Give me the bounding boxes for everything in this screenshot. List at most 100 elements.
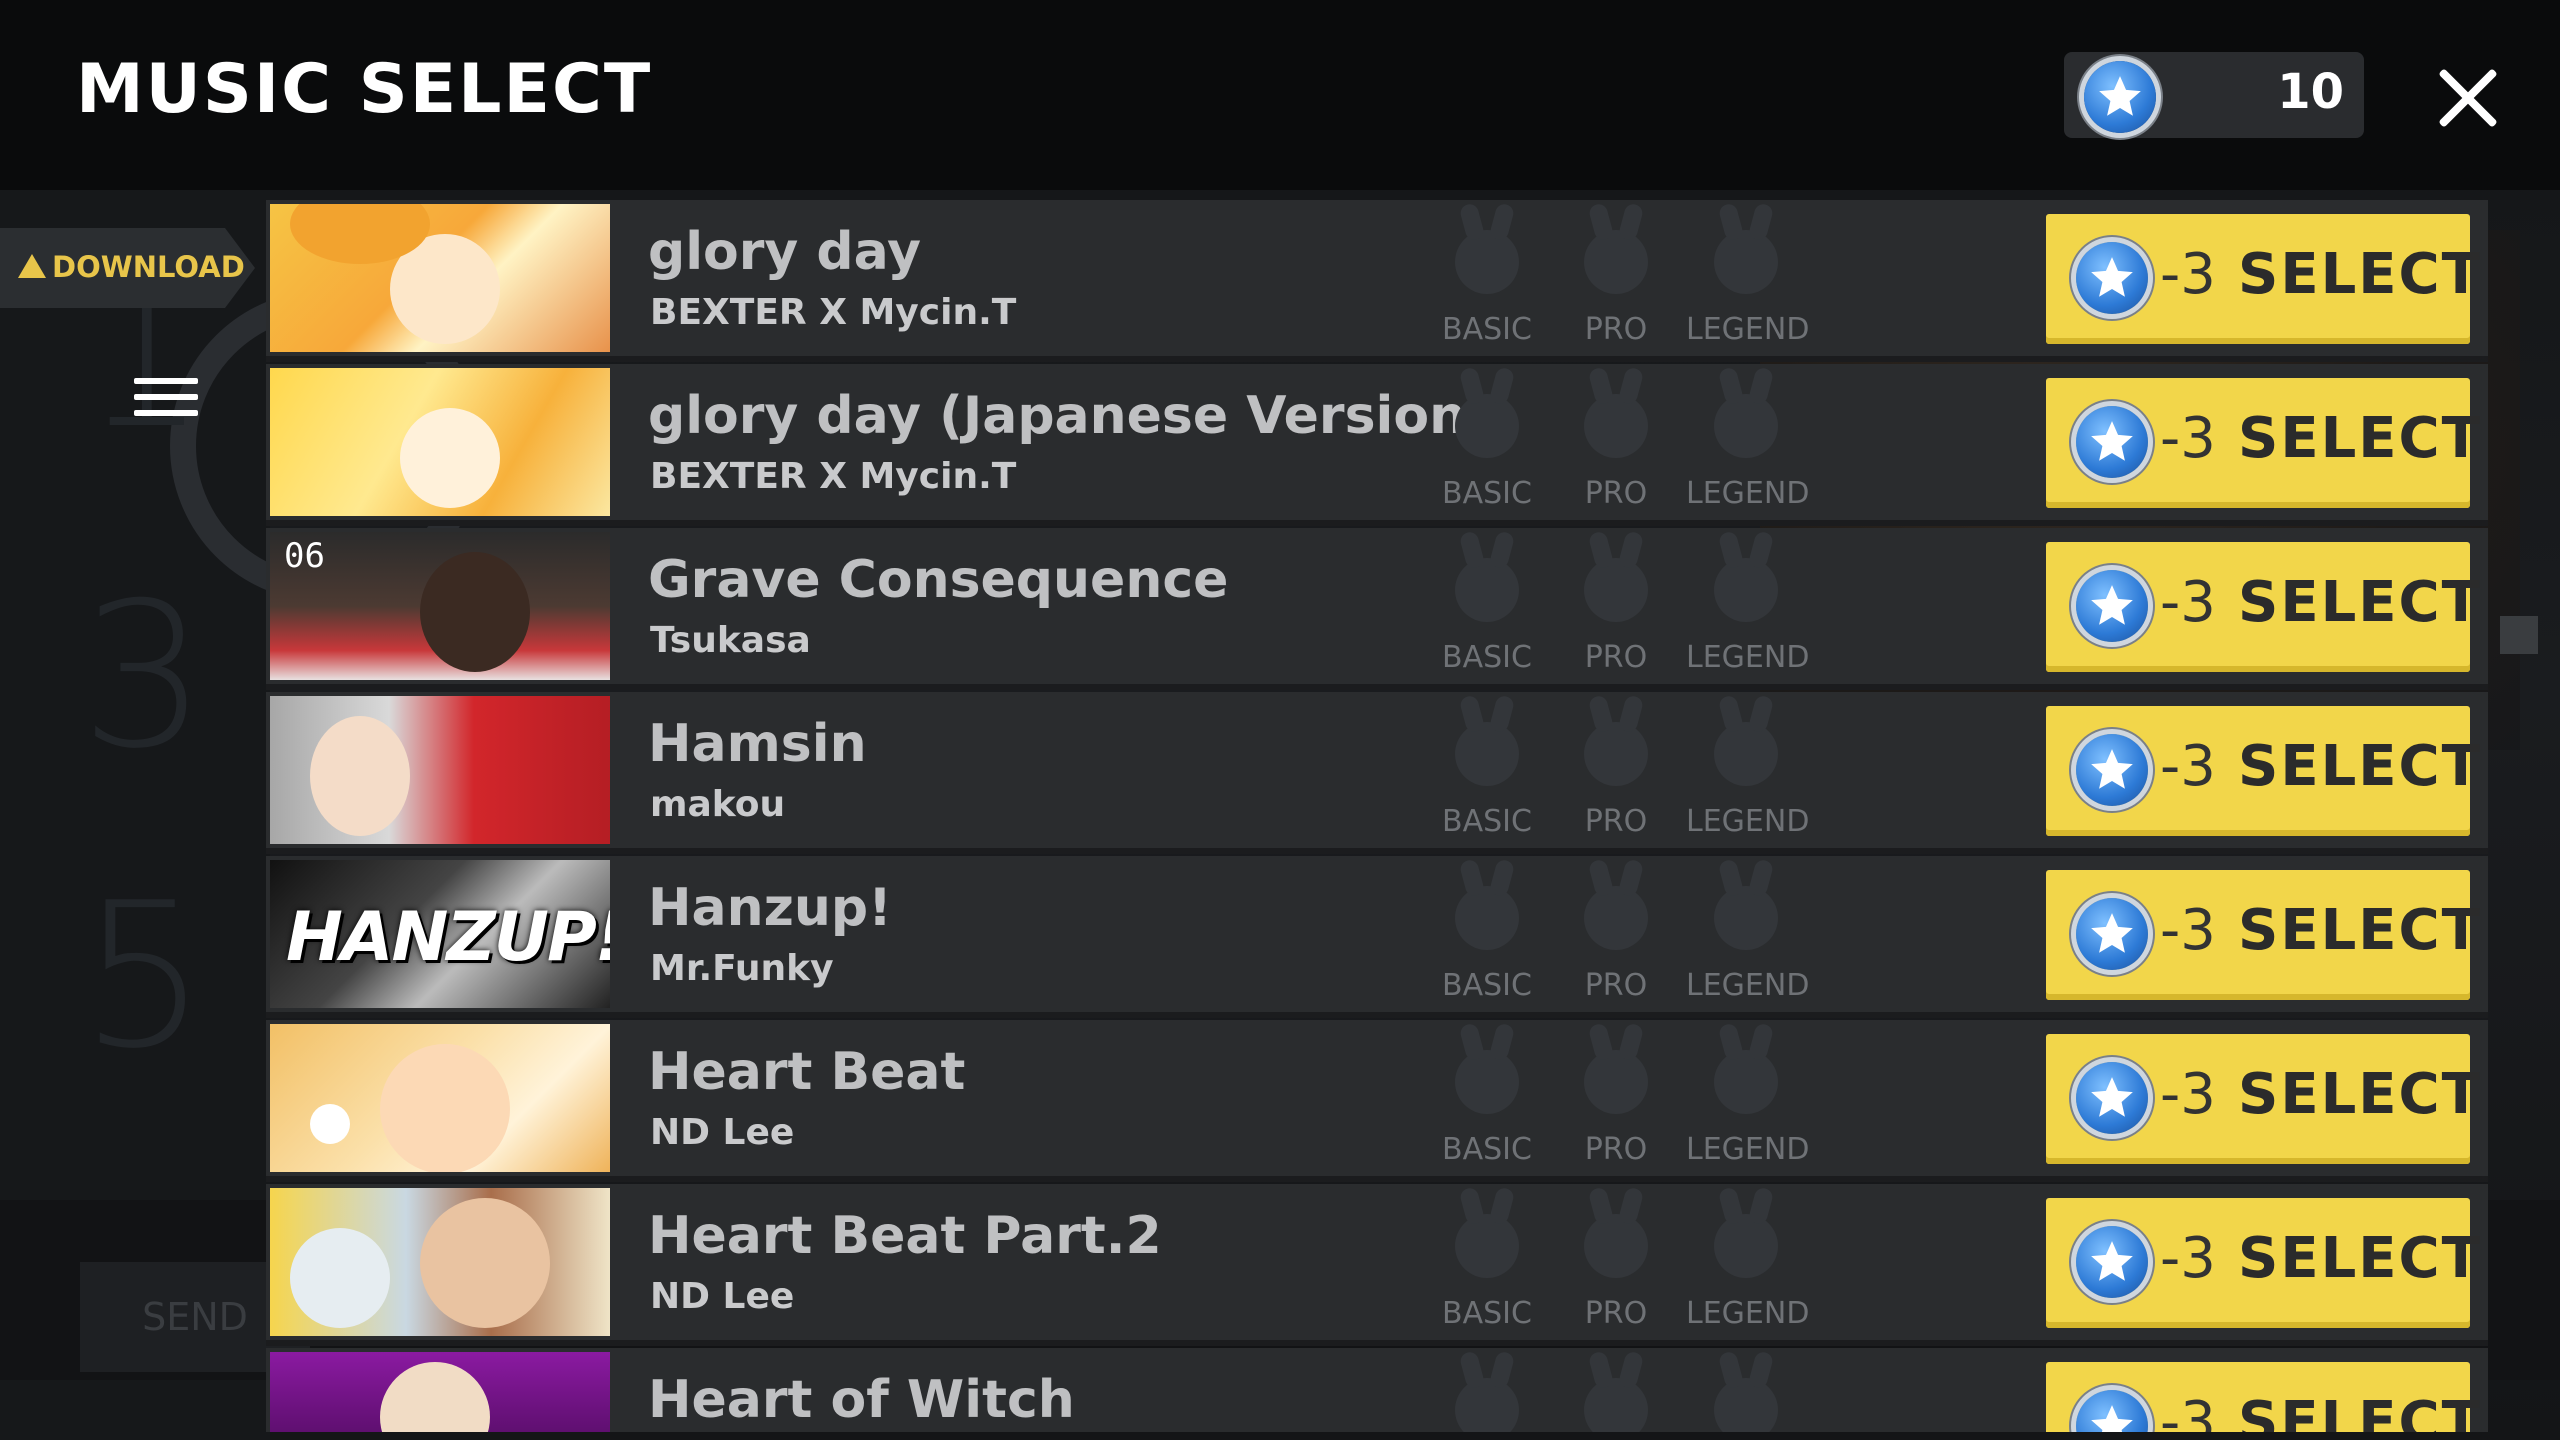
select-button[interactable]: -3 SELECT: [2046, 706, 2480, 836]
song-jacket: [270, 368, 610, 516]
difficulty-pro: PRO: [1556, 528, 1676, 684]
coin-counter: 10: [2064, 52, 2364, 138]
song-jacket: [270, 1024, 610, 1172]
bunny-ghost-icon: [1714, 886, 1778, 950]
bunny-ghost-icon: [1714, 1214, 1778, 1278]
difficulty-pro: [1556, 1348, 1676, 1432]
jacket-text: 06: [284, 536, 325, 576]
difficulty-legend: LEGEND: [1686, 1020, 1809, 1176]
bunny-ghost-icon: [1455, 1378, 1519, 1432]
select-button[interactable]: -3 SELECT: [2046, 378, 2480, 508]
coin-count: 10: [2277, 64, 2344, 120]
bunny-ghost-icon: [1714, 394, 1778, 458]
song-row[interactable]: 06 Grave Consequence Tsukasa BASIC PRO L…: [266, 528, 2488, 690]
star-coin-icon: [2076, 734, 2148, 806]
select-cost: -3: [2160, 1062, 2216, 1127]
select-label: SELECT: [2238, 1226, 2482, 1291]
page-title: MUSIC SELECT: [76, 50, 653, 129]
select-cost: -3: [2160, 570, 2216, 635]
song-jacket: [270, 1352, 610, 1432]
difficulty-legend: LEGEND: [1686, 1184, 1809, 1340]
select-button[interactable]: -3 SELECT: [2046, 1198, 2480, 1328]
song-row[interactable]: Heart Beat ND Lee BASIC PRO LEGEND -3 SE…: [266, 1020, 2488, 1182]
song-artist: Tsukasa: [650, 620, 811, 661]
song-row[interactable]: glory day (Japanese Version) BEXTER X My…: [266, 364, 2488, 526]
song-jacket: HANZUP!: [270, 860, 610, 1008]
song-title: glory day (Japanese Version): [648, 386, 1490, 446]
song-artist: makou: [650, 784, 786, 825]
difficulty-pro: PRO: [1556, 364, 1676, 520]
bunny-ghost-icon: [1455, 1050, 1519, 1114]
background-number-5: 5: [80, 860, 208, 1093]
select-button[interactable]: -3 SELECT: [2046, 542, 2480, 672]
star-coin-icon: [2076, 1062, 2148, 1134]
bunny-ghost-icon: [1455, 230, 1519, 294]
bunny-ghost-icon: [1584, 1214, 1648, 1278]
select-label: SELECT: [2238, 242, 2482, 307]
song-title: Hanzup!: [648, 878, 892, 938]
select-cost: -3: [2160, 1226, 2216, 1291]
select-button[interactable]: -3 SELECT: [2046, 214, 2480, 344]
bunny-ghost-icon: [1584, 230, 1648, 294]
select-button[interactable]: -3 SELECT: [2046, 870, 2480, 1000]
bunny-ghost-icon: [1584, 394, 1648, 458]
download-tab[interactable]: DOWNLOAD: [0, 228, 255, 308]
select-cost: -3: [2160, 1390, 2216, 1432]
bunny-ghost-icon: [1584, 1378, 1648, 1432]
difficulty-legend: [1686, 1348, 1806, 1432]
star-coin-icon: [2076, 242, 2148, 314]
bunny-ghost-icon: [1714, 558, 1778, 622]
difficulty-basic: BASIC: [1427, 1020, 1547, 1176]
bunny-ghost-icon: [1455, 558, 1519, 622]
song-row[interactable]: Heart Beat Part.2 ND Lee BASIC PRO LEGEN…: [266, 1184, 2488, 1346]
song-artist: Mr.Funky: [650, 948, 834, 989]
select-label: SELECT: [2238, 734, 2482, 799]
bunny-ghost-icon: [1455, 394, 1519, 458]
header: MUSIC SELECT 10: [0, 0, 2560, 190]
bunny-ghost-icon: [1714, 230, 1778, 294]
song-artist: BEXTER X Mycin.T: [650, 456, 1017, 497]
select-label: SELECT: [2238, 1062, 2482, 1127]
scrollbar-thumb[interactable]: [2500, 616, 2538, 654]
song-row[interactable]: glory day BEXTER X Mycin.T BASIC PRO LEG…: [266, 200, 2488, 362]
select-label: SELECT: [2238, 406, 2482, 471]
difficulty-basic: BASIC: [1427, 692, 1547, 848]
background-number-3: 3: [80, 560, 208, 793]
bunny-ghost-icon: [1714, 1378, 1778, 1432]
difficulty-legend: LEGEND: [1686, 528, 1809, 684]
bunny-ghost-icon: [1714, 722, 1778, 786]
difficulty-legend: LEGEND: [1686, 856, 1809, 1012]
star-coin-icon: [2084, 61, 2156, 133]
difficulty-pro: PRO: [1556, 692, 1676, 848]
select-cost: -3: [2160, 406, 2216, 471]
download-label: DOWNLOAD: [52, 250, 245, 284]
difficulty-basic: [1427, 1348, 1547, 1432]
select-button[interactable]: -3 SELECT: [2046, 1034, 2480, 1164]
song-row[interactable]: Heart of Witch -3 SELECT: [266, 1348, 2488, 1432]
song-title: Hamsin: [648, 714, 867, 774]
difficulty-basic: BASIC: [1427, 200, 1547, 356]
song-row[interactable]: Hamsin makou BASIC PRO LEGEND -3 SELECT: [266, 692, 2488, 854]
star-coin-icon: [2076, 570, 2148, 642]
song-artist: ND Lee: [650, 1112, 795, 1153]
bunny-ghost-icon: [1584, 722, 1648, 786]
bunny-ghost-icon: [1455, 886, 1519, 950]
menu-icon[interactable]: [134, 378, 198, 418]
warning-triangle-icon: [18, 254, 46, 278]
song-row[interactable]: HANZUP! Hanzup! Mr.Funky BASIC PRO LEGEN…: [266, 856, 2488, 1018]
difficulty-basic: BASIC: [1427, 856, 1547, 1012]
bunny-ghost-icon: [1714, 1050, 1778, 1114]
song-list[interactable]: glory day BEXTER X Mycin.T BASIC PRO LEG…: [266, 192, 2488, 1432]
star-coin-icon: [2076, 1390, 2148, 1432]
song-title: Heart Beat: [648, 1042, 966, 1102]
select-button[interactable]: -3 SELECT: [2046, 1362, 2480, 1432]
song-title: Heart of Witch: [648, 1370, 1075, 1430]
song-title: glory day: [648, 222, 922, 282]
difficulty-legend: LEGEND: [1686, 200, 1809, 356]
star-coin-icon: [2076, 1226, 2148, 1298]
close-icon[interactable]: [2428, 58, 2508, 138]
difficulty-pro: PRO: [1556, 1020, 1676, 1176]
song-title: Heart Beat Part.2: [648, 1206, 1162, 1266]
difficulty-legend: LEGEND: [1686, 692, 1809, 848]
select-cost: -3: [2160, 242, 2216, 307]
